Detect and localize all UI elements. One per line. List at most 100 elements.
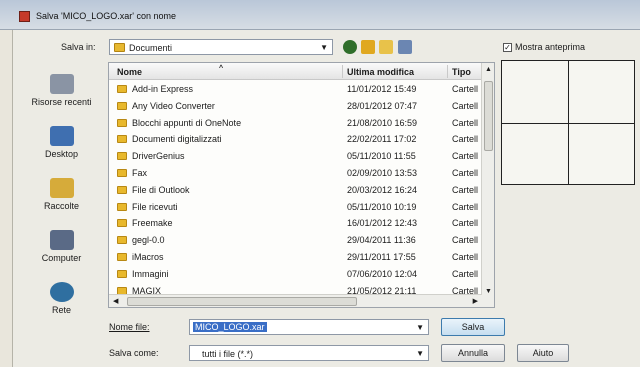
table-row[interactable]: Blocchi appunti di OneNote 21/08/2010 16:…	[109, 115, 482, 132]
place-label: Rete	[51, 305, 71, 315]
table-row[interactable]: Immagini 07/06/2010 12:04 Cartell	[109, 266, 482, 283]
horizontal-scrollbar[interactable]: ◀ ▶	[109, 294, 482, 307]
sort-arrow-icon: ^	[219, 65, 224, 72]
up-folder-icon[interactable]	[361, 40, 375, 54]
chevron-down-icon[interactable]: ▼	[416, 323, 424, 332]
table-row[interactable]: DriverGenius 05/11/2010 11:55 Cartell	[109, 148, 482, 165]
computer-icon	[49, 230, 74, 250]
file-date: 28/01/2012 07:47	[347, 100, 418, 111]
folder-icon	[117, 202, 127, 211]
file-date: 21/08/2010 16:59	[347, 117, 418, 128]
file-date: 16/01/2012 12:43	[347, 218, 418, 229]
place-computer[interactable]: Computer	[15, 230, 108, 263]
table-row[interactable]: File ricevuti 05/11/2010 10:19 Cartell	[109, 199, 482, 216]
file-rows: Add-in Express 11/01/2012 15:49 Cartell Any…	[109, 81, 482, 299]
file-type: Cartell	[452, 251, 479, 262]
save-in-dropdown[interactable]: Documenti ▼	[109, 39, 333, 55]
scroll-up-icon[interactable]: ▲	[485, 66, 492, 73]
filename-input[interactable]: MICO_LOGO.xar ▼	[189, 319, 429, 335]
file-name: Documenti digitalizzati	[132, 134, 222, 145]
scroll-thumb[interactable]	[484, 81, 493, 151]
save-as-label: Salva come:	[109, 348, 159, 358]
folder-icon	[117, 219, 127, 228]
place-recent[interactable]: Risorse recenti	[15, 74, 108, 107]
cancel-button[interactable]: Annulla	[441, 344, 505, 362]
file-type: Cartell	[452, 100, 479, 111]
scroll-left-icon[interactable]: ◀	[113, 297, 118, 305]
table-row[interactable]: Freemake 16/01/2012 12:43 Cartell	[109, 215, 482, 232]
file-type: Cartell	[452, 235, 479, 246]
file-name: DriverGenius	[132, 151, 185, 162]
vertical-scrollbar[interactable]: ▲ ▼	[481, 63, 494, 307]
folder-icon	[114, 43, 125, 52]
file-date: 02/09/2010 13:53	[347, 167, 418, 178]
scroll-right-icon[interactable]: ▶	[473, 297, 478, 305]
column-name[interactable]: Nome	[117, 67, 142, 77]
back-icon[interactable]	[343, 40, 357, 54]
save-dialog: Salva in: Documenti ▼ ✓ Mostra anteprima…	[12, 30, 640, 367]
preview-checkbox[interactable]: ✓ Mostra anteprima	[503, 42, 585, 52]
network-globe-icon	[49, 282, 74, 302]
column-type[interactable]: Tipo	[452, 67, 471, 77]
place-label: Raccolte	[43, 201, 79, 211]
table-row[interactable]: iMacros 29/11/2011 17:55 Cartell	[109, 249, 482, 266]
file-list[interactable]: Nome ^ Ultima modifica Tipo Add-in Expre…	[108, 62, 495, 308]
recent-places-icon	[49, 74, 74, 94]
file-date: 07/06/2010 12:04	[347, 268, 418, 279]
folder-icon	[117, 135, 127, 144]
window-title: Salva 'MICO_LOGO.xar' con nome	[36, 11, 176, 21]
place-label: Computer	[41, 253, 82, 263]
file-type: Cartell	[452, 84, 479, 94]
file-date: 11/01/2012 15:49	[347, 84, 417, 94]
preview-crosshair-horizontal	[502, 123, 634, 124]
column-modified[interactable]: Ultima modifica	[347, 67, 414, 77]
column-divider[interactable]	[342, 65, 343, 78]
folder-icon	[117, 252, 127, 261]
file-date: 29/04/2011 11:36	[347, 235, 416, 246]
save-as-dropdown[interactable]: tutti i file (*.*) ▼	[189, 345, 429, 361]
filename-value[interactable]: MICO_LOGO.xar	[193, 322, 267, 332]
column-divider[interactable]	[447, 65, 448, 78]
save-in-value: Documenti	[129, 43, 173, 53]
places-bar: Risorse recenti Desktop Raccolte Compute…	[15, 70, 108, 325]
chevron-down-icon: ▼	[416, 349, 424, 358]
save-button[interactable]: Salva	[441, 318, 505, 336]
file-name: Any Video Converter	[132, 100, 215, 111]
file-type: Cartell	[452, 268, 479, 279]
place-network[interactable]: Rete	[15, 282, 108, 315]
file-type: Cartell	[452, 218, 479, 229]
view-menu-icon[interactable]	[398, 40, 412, 54]
table-row[interactable]: gegl-0.0 29/04/2011 11:36 Cartell	[109, 232, 482, 249]
file-name: Add-in Express	[132, 84, 194, 94]
scroll-thumb[interactable]	[127, 297, 357, 306]
libraries-icon	[49, 178, 74, 198]
file-date: 29/11/2011 17:55	[347, 251, 416, 262]
filename-label: Nome file:	[109, 322, 150, 332]
file-name: gegl-0.0	[132, 235, 165, 246]
file-name: File di Outlook	[132, 184, 190, 195]
file-date: 05/11/2010 10:19	[347, 201, 417, 212]
table-row[interactable]: Any Video Converter 28/01/2012 07:47 Carte…	[109, 98, 482, 115]
folder-icon	[117, 269, 127, 278]
folder-icon	[117, 118, 127, 127]
preview-pane	[501, 60, 635, 185]
table-row[interactable]: File di Outlook 20/03/2012 16:24 Cartell	[109, 182, 482, 199]
table-row[interactable]: Documenti digitalizzati 22/02/2011 17:02 C…	[109, 131, 482, 148]
help-button[interactable]: Aiuto	[517, 344, 569, 362]
place-libraries[interactable]: Raccolte	[15, 178, 108, 211]
file-list-header: Nome ^ Ultima modifica Tipo	[109, 63, 482, 80]
file-name: iMacros	[132, 251, 164, 262]
folder-icon	[117, 236, 127, 245]
table-row[interactable]: Add-in Express 11/01/2012 15:49 Cartell	[109, 81, 482, 98]
table-row[interactable]: Fax 02/09/2010 13:53 Cartell	[109, 165, 482, 182]
save-as-value: tutti i file (*.*)	[202, 349, 254, 359]
checkbox-checked-icon[interactable]: ✓	[503, 42, 512, 52]
preview-label: Mostra anteprima	[515, 42, 586, 52]
file-date: 05/11/2010 11:55	[347, 151, 416, 162]
file-name: File ricevuti	[132, 201, 178, 212]
place-desktop[interactable]: Desktop	[15, 126, 108, 159]
place-label: Desktop	[44, 149, 79, 159]
scroll-down-icon[interactable]: ▼	[485, 288, 492, 295]
file-type: Cartell	[452, 151, 479, 162]
new-folder-icon[interactable]	[379, 40, 393, 54]
